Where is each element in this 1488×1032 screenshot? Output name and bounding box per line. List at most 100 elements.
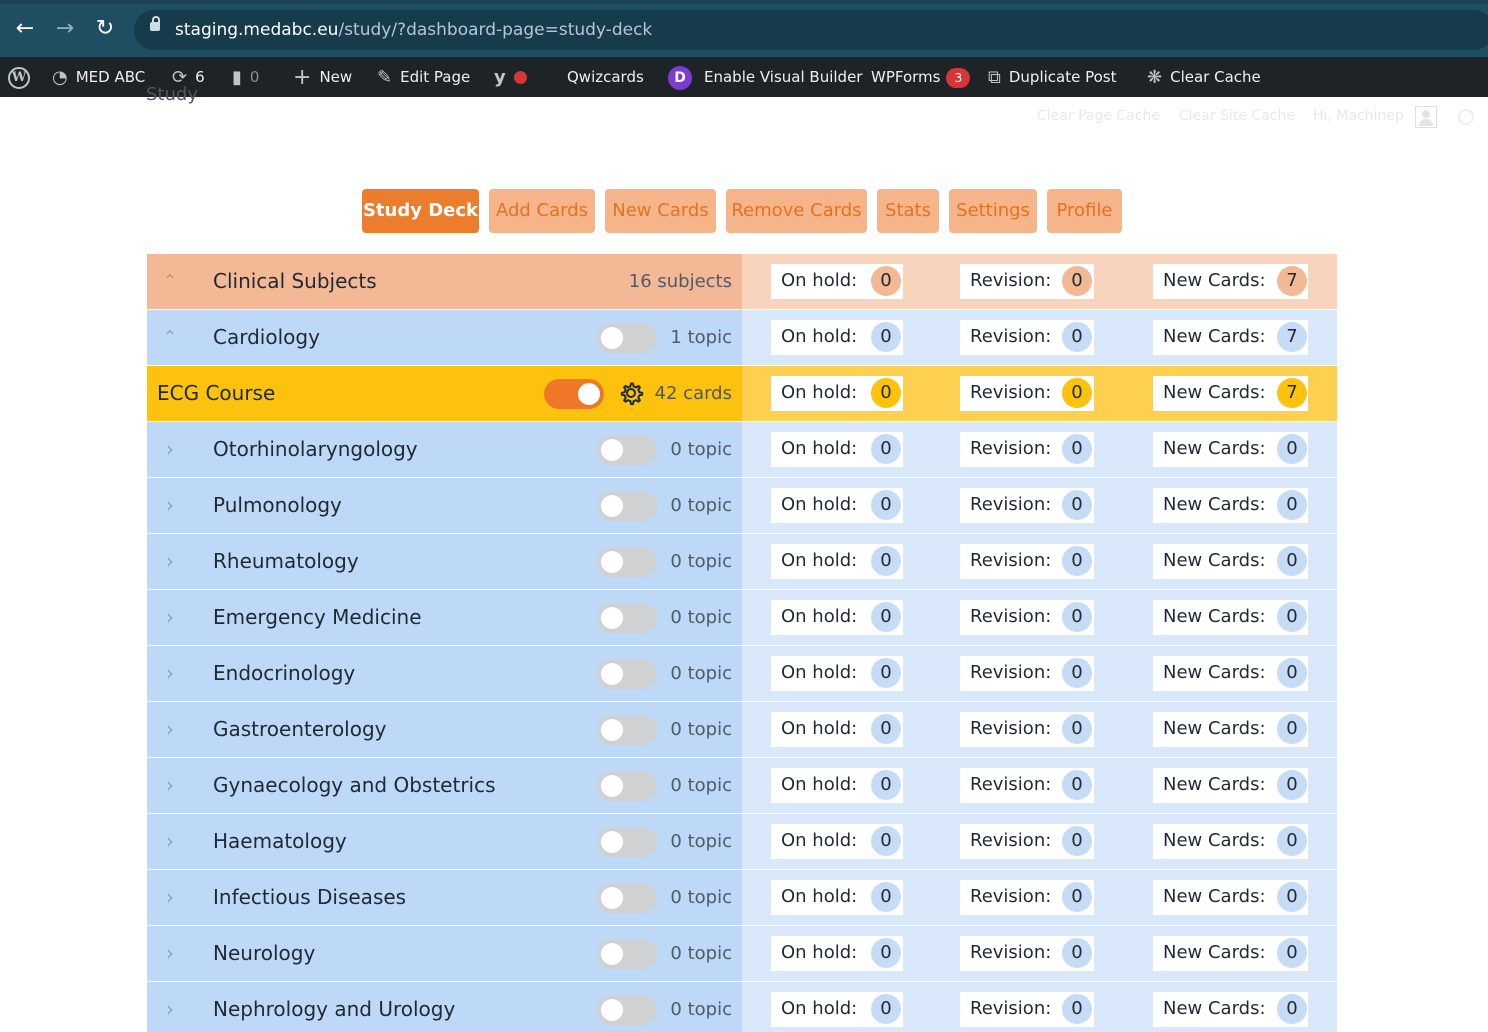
forward-arrow-icon[interactable]: →: [52, 16, 78, 42]
tab-settings[interactable]: Settings: [949, 189, 1037, 233]
qwizcards-menu[interactable]: Qwizcards: [567, 57, 644, 97]
chevron-right-icon[interactable]: ›: [159, 996, 181, 1022]
tab-stats[interactable]: Stats: [877, 189, 939, 233]
seo-menu[interactable]: y: [494, 57, 527, 97]
on-hold-label: On hold:: [781, 774, 858, 795]
topic-info: › Pulmonology 0 topic: [147, 478, 742, 533]
chevron-right-icon[interactable]: ›: [159, 884, 181, 910]
user-greeting[interactable]: Hi, Machinep: [1313, 108, 1404, 124]
clear-cache-link[interactable]: ❋ Clear Cache: [1147, 57, 1261, 97]
new-cards-label: New Cards:: [1163, 886, 1266, 907]
clear-page-cache-link[interactable]: Clear Page Cache: [1037, 108, 1160, 124]
chevron-right-icon[interactable]: ›: [159, 660, 181, 686]
gear-icon[interactable]: [617, 379, 645, 407]
comments-menu[interactable]: ▮ 0: [232, 57, 259, 97]
tab-study-deck[interactable]: Study Deck: [362, 189, 479, 233]
address-bar[interactable]: staging.medabc.eu/study/?dashboard-page=…: [134, 10, 1488, 50]
topic-toggle[interactable]: [597, 883, 657, 913]
wp-admin-bar: W ◔ MED ABC ⟳ 6 ▮ 0 + New ✎ Edit Page y Qwizc…: [0, 57, 1488, 97]
topic-name[interactable]: Cardiology: [213, 325, 320, 349]
new-content-menu[interactable]: + New: [293, 57, 352, 97]
chevron-right-icon[interactable]: ›: [159, 492, 181, 518]
on-hold-count: 0: [871, 658, 901, 688]
divi-icon: D: [668, 65, 692, 90]
chevron-up-icon[interactable]: ⌃: [159, 324, 181, 350]
chevron-right-icon[interactable]: ›: [159, 436, 181, 462]
revision-label: Revision:: [970, 718, 1052, 739]
new-cards-label: New Cards:: [1163, 942, 1266, 963]
topic-toggle[interactable]: [597, 491, 657, 521]
duplicate-icon: ⧉: [988, 66, 1001, 88]
topic-row-pulmonology: › Pulmonology 0 topic On hold: 0 Revision…: [147, 478, 1337, 533]
deck-name[interactable]: ECG Course: [157, 381, 275, 405]
reload-icon[interactable]: ↻: [92, 16, 118, 42]
topic-info: › Rheumatology 0 topic: [147, 534, 742, 589]
chevron-right-icon[interactable]: ›: [159, 548, 181, 574]
topic-toggle[interactable]: [597, 995, 657, 1025]
topic-toggle[interactable]: [597, 603, 657, 633]
on-hold-count: 0: [871, 882, 901, 912]
topic-name[interactable]: Haematology: [213, 829, 347, 853]
topic-name[interactable]: Otorhinolaryngology: [213, 437, 418, 461]
topic-name[interactable]: Gynaecology and Obstetrics: [213, 773, 496, 797]
chevron-right-icon[interactable]: ›: [159, 716, 181, 742]
edit-page-link[interactable]: ✎ Edit Page: [377, 57, 470, 97]
chevron-right-icon[interactable]: ›: [159, 828, 181, 854]
on-hold-label: On hold:: [781, 550, 858, 571]
topic-info: › Infectious Diseases 0 topic: [147, 870, 742, 925]
comments-count: 0: [249, 68, 260, 86]
topic-name[interactable]: Emergency Medicine: [213, 605, 422, 629]
topic-toggle[interactable]: [597, 435, 657, 465]
revision-stat: Revision: 0: [960, 824, 1094, 859]
subject-name[interactable]: Clinical Subjects: [213, 269, 377, 293]
wpforms-menu[interactable]: WPForms 3: [871, 57, 971, 97]
on-hold-label: On hold:: [781, 998, 858, 1019]
topic-toggle[interactable]: [597, 659, 657, 689]
topic-name[interactable]: Pulmonology: [213, 493, 342, 517]
chevron-right-icon[interactable]: ›: [159, 772, 181, 798]
revision-label: Revision:: [970, 270, 1052, 291]
on-hold-label: On hold:: [781, 718, 858, 739]
duplicate-post-label: Duplicate Post: [1008, 68, 1117, 86]
topic-name[interactable]: Gastroenterology: [213, 717, 387, 741]
topic-name[interactable]: Infectious Diseases: [213, 885, 406, 909]
topic-toggle[interactable]: [597, 939, 657, 969]
tab-new-cards[interactable]: New Cards: [605, 189, 716, 233]
topic-info: › Nephrology and Urology 0 topic: [147, 982, 742, 1032]
new-cards-stat: New Cards: 0: [1153, 824, 1308, 859]
back-arrow-icon[interactable]: ←: [12, 16, 38, 42]
topic-name[interactable]: Neurology: [213, 941, 315, 965]
topic-name[interactable]: Rheumatology: [213, 549, 359, 573]
on-hold-label: On hold:: [781, 662, 858, 683]
clear-site-cache-link[interactable]: Clear Site Cache: [1179, 108, 1295, 124]
topic-toggle[interactable]: [597, 323, 657, 353]
topic-toggle[interactable]: [597, 715, 657, 745]
new-cards-count: 0: [1277, 770, 1307, 800]
topic-toggle[interactable]: [597, 547, 657, 577]
deck-toggle[interactable]: [544, 379, 604, 409]
topic-toggle[interactable]: [597, 827, 657, 857]
visual-builder-link[interactable]: D Enable Visual Builder: [668, 57, 862, 97]
search-icon[interactable]: [1458, 109, 1474, 125]
revision-label: Revision:: [970, 382, 1052, 403]
tab-remove-cards[interactable]: Remove Cards: [726, 189, 867, 233]
toggle-knob: [601, 439, 623, 461]
avatar[interactable]: [1415, 106, 1437, 128]
topic-name[interactable]: Endocrinology: [213, 661, 355, 685]
chevron-up-icon[interactable]: ⌃: [159, 268, 181, 294]
revision-label: Revision:: [970, 886, 1052, 907]
site-name-menu[interactable]: ◔ MED ABC: [52, 57, 145, 97]
topic-stats: On hold: 0 Revision: 0 New Cards: 0: [742, 534, 1337, 589]
new-cards-stat: New Cards: 0: [1153, 544, 1308, 579]
wordpress-logo-button[interactable]: W: [8, 57, 30, 97]
duplicate-post-link[interactable]: ⧉ Duplicate Post: [988, 57, 1116, 97]
revision-stat: Revision: 0: [960, 544, 1094, 579]
tab-profile[interactable]: Profile: [1047, 189, 1122, 233]
chevron-right-icon[interactable]: ›: [159, 940, 181, 966]
on-hold-count: 0: [871, 434, 901, 464]
topic-name[interactable]: Nephrology and Urology: [213, 997, 455, 1021]
topic-toggle[interactable]: [597, 771, 657, 801]
tab-add-cards[interactable]: Add Cards: [489, 189, 595, 233]
new-cards-count: 7: [1277, 378, 1307, 408]
chevron-right-icon[interactable]: ›: [159, 604, 181, 630]
